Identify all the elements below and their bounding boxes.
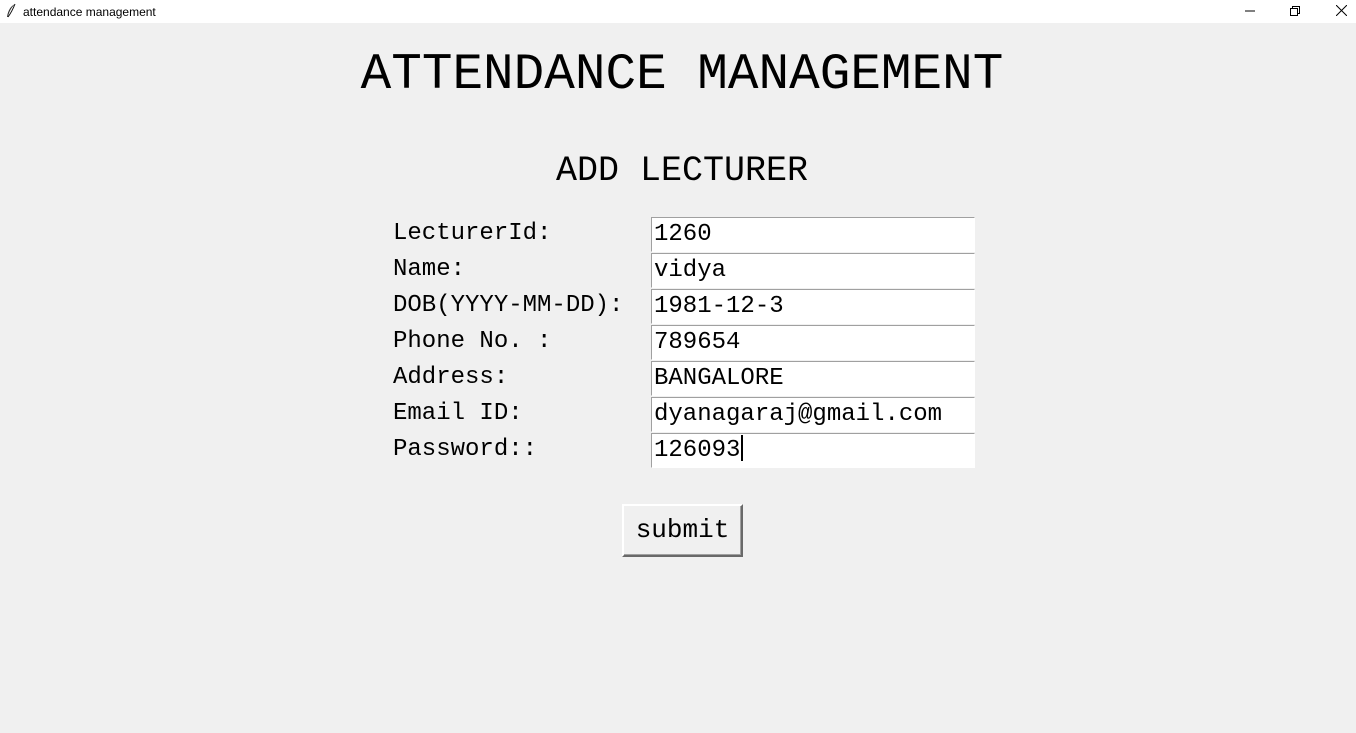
minimize-icon — [1245, 3, 1255, 21]
close-button[interactable] — [1318, 0, 1356, 23]
password-input[interactable]: 126093 — [651, 433, 975, 468]
text-caret — [741, 435, 744, 461]
feather-icon — [5, 3, 17, 19]
submit-button[interactable]: submit — [622, 504, 743, 557]
email-input[interactable]: dyanagaraj@gmail.com — [651, 397, 975, 432]
password-value: 126093 — [654, 437, 741, 464]
dob-label: DOB(YYYY-MM-DD): — [393, 292, 624, 319]
address-input[interactable]: BANGALORE — [651, 361, 975, 396]
phone-input[interactable]: 789654 — [651, 325, 975, 360]
minimize-button[interactable] — [1227, 0, 1273, 23]
page-title: ATTENDANCE MANAGEMENT — [360, 47, 1004, 104]
password-label: Password:: — [393, 436, 538, 463]
lecturer-id-label: LecturerId: — [393, 220, 552, 247]
restore-icon — [1290, 3, 1300, 21]
form-title: ADD LECTURER — [555, 151, 809, 191]
phone-label: Phone No. : — [393, 328, 552, 355]
window-title: attendance management — [23, 5, 156, 19]
title-bar: attendance management — [0, 0, 1356, 23]
lecturer-id-input[interactable]: 1260 — [651, 217, 975, 252]
name-label: Name: — [393, 256, 466, 283]
app-window: attendance management ATTENDANCE MANAGEM… — [0, 0, 1356, 733]
close-icon — [1335, 3, 1347, 21]
dob-input[interactable]: 1981-12-3 — [651, 289, 975, 324]
restore-button[interactable] — [1272, 0, 1318, 23]
email-label: Email ID: — [393, 400, 523, 427]
name-input[interactable]: vidya — [651, 253, 975, 288]
address-label: Address: — [393, 364, 509, 391]
